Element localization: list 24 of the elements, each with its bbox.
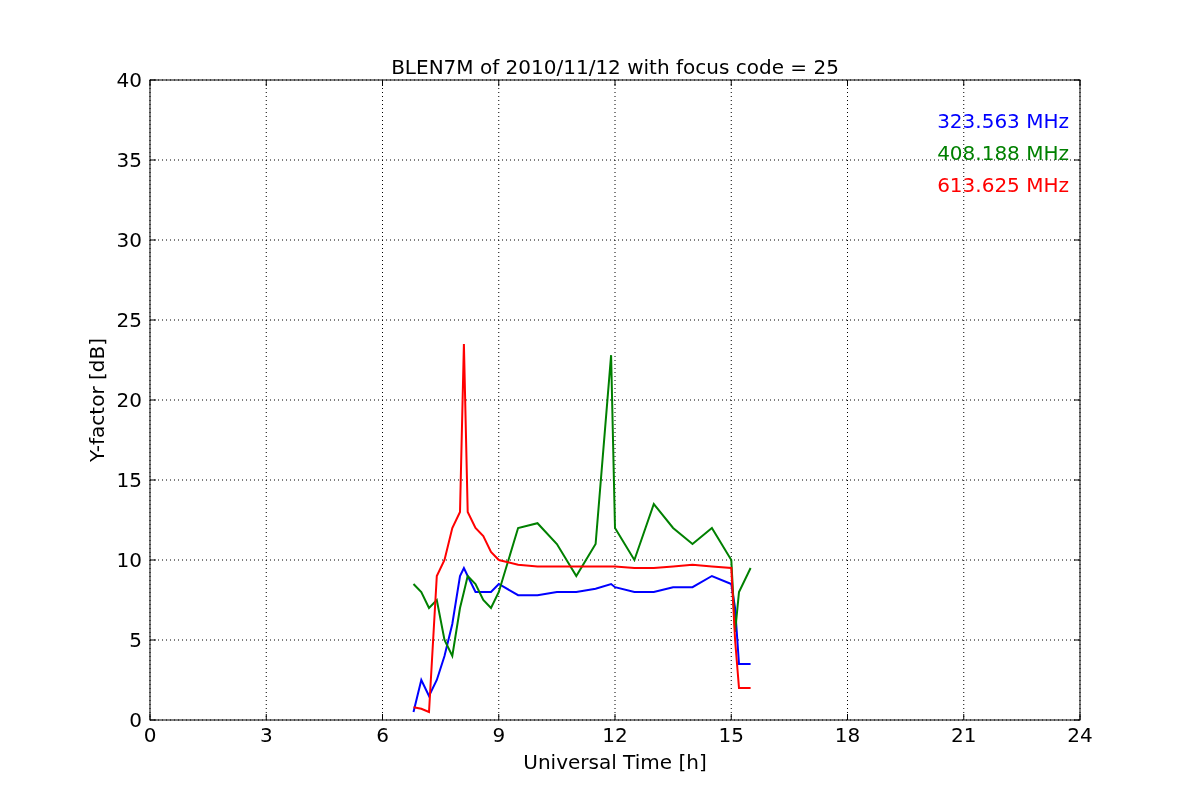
y-tick-label: 0	[129, 708, 142, 732]
x-tick-label: 12	[602, 723, 628, 747]
y-tick-label: 20	[116, 388, 142, 412]
x-tick-label: 15	[718, 723, 744, 747]
y-tick-label: 5	[129, 628, 142, 652]
x-tick-label: 0	[143, 723, 157, 747]
y-tick-label: 15	[116, 468, 142, 492]
y-tick-label: 35	[116, 148, 142, 172]
chart-title: BLEN7M of 2010/11/12 with focus code = 25	[391, 55, 839, 79]
x-tick-label: 18	[834, 723, 861, 747]
y-tick-label: 10	[116, 548, 142, 572]
y-tick-label: 30	[116, 228, 142, 252]
x-tick-label: 6	[376, 723, 389, 747]
legend-label: 613.625 MHz	[937, 173, 1069, 197]
x-tick-label: 21	[951, 723, 977, 747]
y-tick-label: 25	[116, 308, 142, 332]
y-tick-label: 40	[116, 68, 142, 92]
x-tick-label: 3	[259, 723, 273, 747]
x-tick-label: 24	[1067, 723, 1093, 747]
x-axis-label: Universal Time [h]	[523, 750, 707, 774]
y-axis-label: Y-factor [dB]	[85, 338, 109, 462]
x-tick-label: 9	[492, 723, 506, 747]
legend-label: 408.188 MHz	[937, 141, 1069, 165]
legend-label: 323.563 MHz	[937, 109, 1069, 133]
